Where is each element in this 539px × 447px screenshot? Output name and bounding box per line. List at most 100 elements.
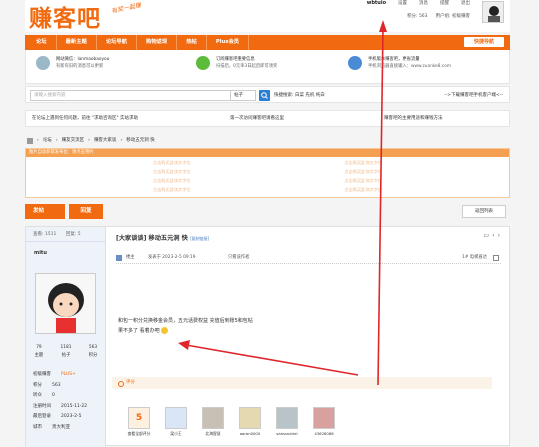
ad-slot[interactable]: 点击购买此块文字位 [268,159,460,167]
ask-value: 0 [52,393,55,398]
rater-item[interactable]: aaron0000 [237,407,263,437]
hot-search[interactable]: 快捷搜索: 白菜 先机 纯白 [274,92,325,98]
ad-bar[interactable]: 图片自动获取发布位：请点击预约 [26,149,509,157]
rater-list: 5 查看全部评分 梁小王 北海智慧 aaron0000 samandriel 43… [126,407,337,437]
nav-plus[interactable]: Plus会员 [207,35,250,50]
breadcrumb: › 论坛 › 赚友交流区 › 赚客大家谈 › 移动五元洞 快 [25,135,510,147]
rater-avatar [276,407,298,429]
ad-slot[interactable]: 点击购买此块文字位 [76,186,268,194]
notice-first-visit-link[interactable]: 第一次访问赚客吧请看这里 [230,111,284,127]
count-credits[interactable]: 563 积分 [89,344,98,360]
print-icon[interactable]: ▭ [484,232,493,239]
info-wechat: 网站微信：lanmaobaoyou 有新有旧的消息可以更新 [36,56,109,70]
rater-item[interactable]: 北海智慧 [200,407,226,437]
rater-name: samandriel [276,431,298,436]
main-nav: 论坛 最新主题 论坛导航 购物返现 热帖 Plus会员 快捷导航 [25,35,510,50]
nav-guide[interactable]: 论坛导航 [97,35,138,50]
crumb-section[interactable]: 赚友交流区 [62,135,85,147]
notice-bar: 在论坛上遇到任何问题，前往 "求助咨询区" 实站求助 第一次访问赚客吧请看这里 … [25,110,510,127]
rater-summary[interactable]: 5 查看全部评分 [126,407,152,437]
ad-block: 图片自动获取发布位：请点击预约 点击购买此块文字位 点击购买此块文字位 点击购买此… [25,148,510,198]
search-button[interactable] [259,90,270,101]
author-level[interactable]: 初级赚客 [33,370,51,381]
nav-cashback[interactable]: 购物返现 [137,35,178,50]
crumb-forum[interactable]: 论坛 [43,135,52,147]
user-group[interactable]: 用户组: 初级赚客 [436,13,470,19]
rater-avatar [165,407,187,429]
views-count: 查看: 1511 [33,232,57,237]
settings-link[interactable]: 设置 [398,0,407,6]
rating-bar[interactable]: 评分 [112,377,492,389]
top-links: wbtuio 设置 消息 提醒 退出 [367,0,470,6]
credit-link[interactable]: 积分: 563 [407,13,428,19]
logout-link[interactable]: 退出 [461,0,470,6]
floor-jump[interactable]: 1# 电梯直达 [462,253,487,263]
thread-stats: 查看: 1511 回复: 5 [26,227,105,242]
city-label: 城市 [33,424,42,430]
reply-button[interactable]: 回复 [69,204,103,219]
copy-link[interactable]: [复制链接] [190,236,209,241]
jump-input[interactable] [493,255,499,261]
ad-slot[interactable]: 点击购买此块文字位 [268,168,460,176]
notices-link[interactable]: 提醒 [440,0,449,6]
rater-item[interactable]: 梁小王 [163,407,189,437]
envelope-icon [36,56,50,70]
author-name[interactable]: mitu [26,242,105,256]
rater-name: 查看全部评分 [127,431,151,436]
rater-avatar [202,407,224,429]
author-only-link[interactable]: 只看该作者 [228,253,249,263]
rater-name: aaron0000 [239,431,261,436]
nav-hot[interactable]: 热帖 [177,35,207,50]
info-mobile-line1: 手机版本赚客吧，更省流量 [368,57,420,62]
info-strip: 网站微信：lanmaobaoyou 有新有旧的消息可以更新 订阅赚客吧重要信息 扫描… [25,50,510,84]
site-logo[interactable]: 赚客吧 [29,0,101,33]
count-threads-num: 79 [36,345,42,350]
ad-slot[interactable]: 点击购买此块文字位 [76,159,268,167]
post-button[interactable]: 发帖 [25,204,65,219]
site-header: 赚客吧 有奖一起赚 wbtuio 设置 消息 提醒 退出 积分: 563 用户组… [25,0,510,32]
info-subscribe: 订阅赚客吧重要信息 扫描后，0元率3日起后即可领奖 [196,56,277,70]
next-thread-icon[interactable]: › [498,232,503,239]
avatar-image-icon [483,2,503,22]
user-link[interactable]: wbtuio [367,0,386,6]
rater-item[interactable]: samandriel [274,407,300,437]
notice-guide-link[interactable]: 赚客吧的主要用途和赚钱方法 [384,111,443,127]
back-to-list-button[interactable]: 返回列表 [462,205,506,218]
info-mobile: 手机版本赚客吧，更省流量 手机浏览器直接输入：www.zuanke8.com [348,56,451,70]
city-value: 贵大利亚 [52,424,70,430]
download-app-link[interactable]: -->下载赚客吧手机客户端<-- [444,92,503,98]
crumb-board[interactable]: 赚客大家谈 [94,135,117,147]
nav-latest[interactable]: 最新主题 [57,35,97,50]
count-credits-num: 563 [88,345,98,350]
ad-slot[interactable]: 点击购买此块文字位 [76,168,268,176]
count-posts[interactable]: 1181 帖子 [61,344,72,360]
nav-forum[interactable]: 论坛 [27,35,57,50]
avatar-cartoon-icon [36,274,95,333]
home-icon[interactable] [27,138,33,144]
author-avatar[interactable] [35,273,96,334]
credit-label: 积分 [33,382,42,388]
ad-slot[interactable]: 点击购买此块文字位 [268,177,460,185]
search-icon [348,56,362,70]
plus-badge[interactable]: PLUS+ [61,370,76,381]
post-body: 和包一积分兑换移金会员，五元话费权益 充值后到账5和包帖 果不多了 看着办吧 [118,317,253,336]
header-avatar[interactable] [482,1,504,23]
messages-link[interactable]: 消息 [419,0,428,6]
notice-help-link[interactable]: 在论坛上遇到任何问题，前往 "求助咨询区" 实站求助 [32,111,138,127]
ad-grid: 点击购买此块文字位 点击购买此块文字位 点击购买此块文字位 点击购买此块文字位 点击… [26,157,509,196]
ad-slot[interactable]: 点击购买此块文字位 [76,177,268,185]
crumb-thread[interactable]: 移动五元洞 快 [126,135,154,147]
search-input[interactable]: 请输入搜索内容 [30,90,256,101]
rater-item[interactable]: 43628086 [311,407,337,437]
last-login-value: 2023-2-5 [61,414,82,419]
reg-label: 注册时间 [33,403,51,409]
ad-slot[interactable]: 点击购买此块文字位 [268,186,460,194]
search-scope-select[interactable]: 帖子 [230,90,256,101]
thread-actions: 发帖 回复 返回列表 [25,204,510,220]
author-counts: 79 主题 1181 帖子 563 积分 [26,344,106,360]
info-wechat-line1: 网站微信：lanmaobaoyou [56,57,110,62]
thread-title-text: [大家谈谈] 移动五元洞 快 [116,235,188,242]
count-threads[interactable]: 79 主题 [35,344,44,360]
rate-count: 5 [128,407,150,429]
quick-nav-button[interactable]: 快捷导航 [463,37,504,47]
